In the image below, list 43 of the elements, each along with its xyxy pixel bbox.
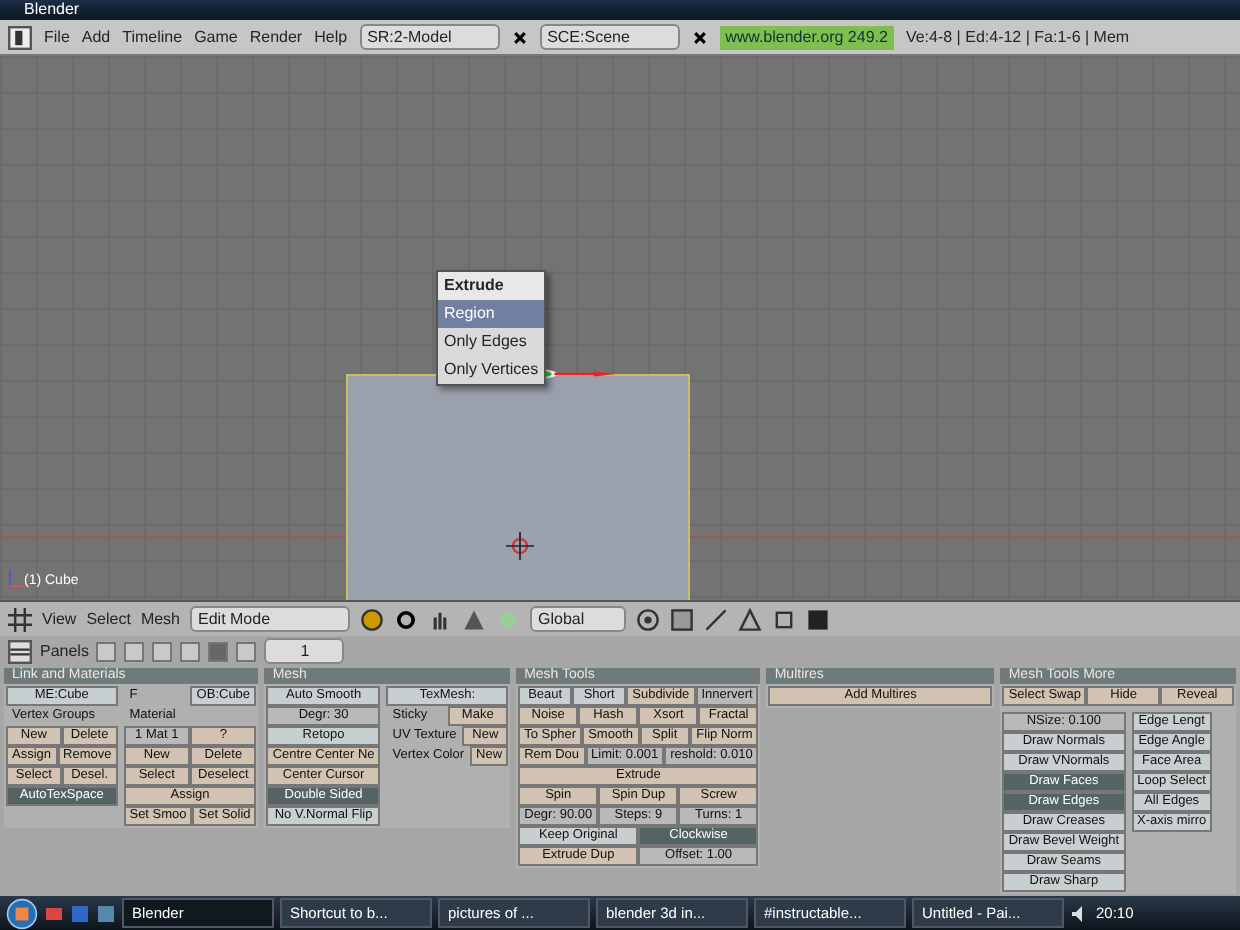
mode-selector[interactable]: Edit Mode xyxy=(190,606,350,632)
start-button-icon[interactable] xyxy=(6,897,38,929)
window-type-icon[interactable] xyxy=(8,25,32,49)
screen-selector[interactable]: SR:2-Model xyxy=(359,24,500,50)
menu-title: Extrude xyxy=(438,272,545,300)
window-title: Blender xyxy=(0,0,1240,20)
close-icon[interactable] xyxy=(691,29,708,45)
face-select-icon[interactable] xyxy=(738,607,762,631)
frame-field[interactable]: 1 xyxy=(264,638,345,664)
menu-item[interactable]: Help xyxy=(314,25,348,49)
vertex-select-icon[interactable] xyxy=(670,607,694,631)
axes-icon[interactable] xyxy=(8,564,28,592)
context-tab[interactable] xyxy=(152,641,173,661)
context-tab[interactable] xyxy=(124,641,145,661)
menu-item[interactable]: Game xyxy=(194,25,238,49)
edge-select-icon[interactable] xyxy=(704,607,728,631)
context-tab[interactable] xyxy=(96,641,117,661)
scene-selector[interactable]: SCE:Scene xyxy=(539,24,680,50)
menu-item[interactable]: View xyxy=(42,607,77,631)
draw-type-icon[interactable] xyxy=(360,607,384,631)
menu-item[interactable]: Region xyxy=(438,300,545,328)
triangle-icon[interactable] xyxy=(462,607,486,631)
menu-item[interactable]: Only Edges xyxy=(438,328,545,356)
close-icon[interactable] xyxy=(511,29,528,45)
pivot-icon[interactable] xyxy=(394,607,418,631)
3d-cursor-icon[interactable] xyxy=(506,532,534,560)
menu-item[interactable]: Only Vertices xyxy=(438,356,545,384)
menu-item[interactable]: Timeline xyxy=(122,25,183,49)
context-tab[interactable] xyxy=(236,641,257,661)
menu-item[interactable]: Select xyxy=(86,607,131,631)
menu-item[interactable]: Add xyxy=(81,25,111,49)
menu-item[interactable]: Mesh xyxy=(140,607,180,631)
panels-label: Panels xyxy=(40,639,89,663)
scene-stats: Ve:4-8 | Ed:4-12 | Fa:1-6 | Mem xyxy=(905,25,1130,49)
orientation-selector[interactable]: Global xyxy=(530,606,626,632)
render-icon[interactable] xyxy=(806,607,830,631)
menu-item[interactable]: Render xyxy=(249,25,303,49)
grid-icon[interactable] xyxy=(8,607,32,631)
window-type-icon[interactable] xyxy=(8,639,32,663)
target-icon[interactable] xyxy=(636,607,660,631)
website-link[interactable]: www.blender.org 249.2 xyxy=(719,25,894,49)
menu-item[interactable]: File xyxy=(44,25,70,49)
context-tab[interactable] xyxy=(180,641,201,661)
